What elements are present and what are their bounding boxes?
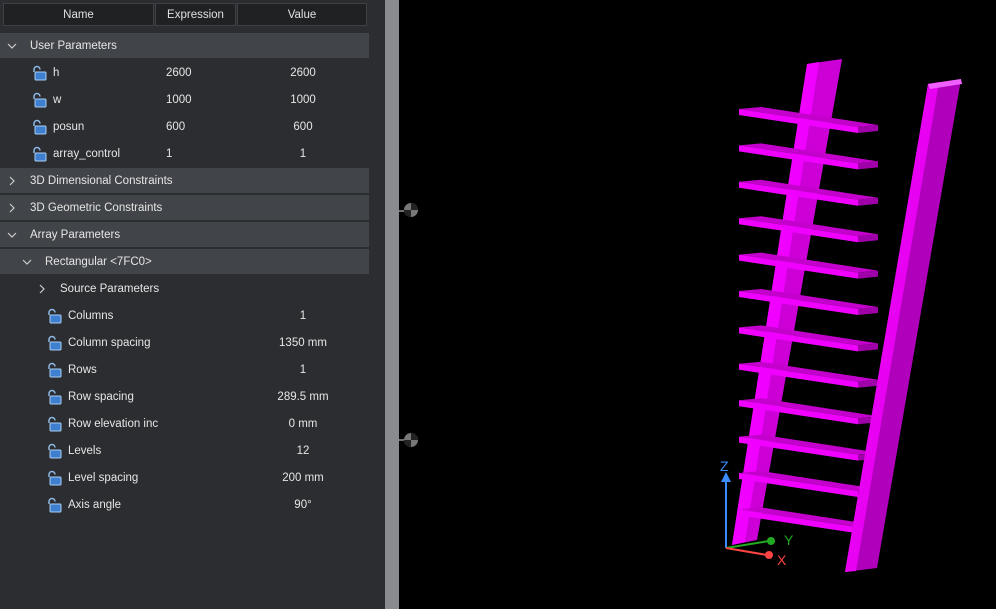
param-value[interactable]: 0 mm: [237, 418, 369, 430]
group-array-parameters[interactable]: Array Parameters: [0, 222, 369, 248]
param-name: posun: [53, 121, 85, 133]
param-value[interactable]: 200 mm: [237, 472, 369, 484]
param-name: Column spacing: [68, 337, 151, 349]
panel-scrollbar[interactable]: [369, 0, 385, 609]
padlock-icon[interactable]: [46, 308, 62, 324]
padlock-icon[interactable]: [46, 335, 62, 351]
param-name: Row spacing: [68, 391, 134, 403]
user-param-row[interactable]: w 1000 1000: [0, 87, 369, 113]
array-param-row[interactable]: Level spacing 200 mm: [0, 465, 369, 491]
padlock-icon[interactable]: [46, 470, 62, 486]
header-expression[interactable]: Expression: [155, 3, 236, 26]
param-expression[interactable]: 1: [166, 148, 172, 160]
grip-marker-upper[interactable]: [399, 203, 418, 217]
padlock-icon[interactable]: [46, 443, 62, 459]
chevron-right-icon: [35, 282, 49, 296]
user-param-row[interactable]: array_control 1 1: [0, 141, 369, 167]
padlock-icon[interactable]: [31, 146, 47, 162]
param-expression[interactable]: 600: [166, 121, 185, 133]
group-label: Source Parameters: [60, 283, 160, 295]
param-name: Row elevation inc: [68, 418, 159, 430]
chevron-right-icon: [5, 174, 19, 188]
param-value[interactable]: 1000: [237, 94, 369, 106]
param-value[interactable]: 289.5 mm: [237, 391, 369, 403]
group-3d-dimensional-constraints[interactable]: 3D Dimensional Constraints: [0, 168, 369, 194]
padlock-icon[interactable]: [31, 92, 47, 108]
array-param-row[interactable]: Row elevation inc 0 mm: [0, 411, 369, 437]
padlock-icon[interactable]: [46, 362, 62, 378]
param-name: Levels: [68, 445, 102, 457]
group-source-parameters[interactable]: Source Parameters: [0, 276, 369, 302]
param-expression[interactable]: 1000: [166, 94, 192, 106]
header-name[interactable]: Name: [3, 3, 154, 26]
axis-z-label: Z: [720, 458, 729, 474]
group-label: 3D Geometric Constraints: [30, 201, 163, 214]
axis-y-label: Y: [784, 532, 794, 548]
padlock-icon[interactable]: [46, 389, 62, 405]
stair-step: [739, 252, 878, 279]
array-param-row[interactable]: Levels 12: [0, 438, 369, 464]
param-name: array_control: [53, 148, 121, 160]
param-value[interactable]: 600: [237, 121, 369, 133]
group-label: User Parameters: [30, 39, 117, 52]
group-label: Rectangular <7FC0>: [45, 255, 152, 268]
chevron-down-icon: [5, 228, 19, 242]
padlock-icon[interactable]: [31, 119, 47, 135]
padlock-icon[interactable]: [46, 416, 62, 432]
panel-splitter[interactable]: [385, 0, 399, 609]
param-name: Rows: [68, 364, 97, 376]
param-value[interactable]: 2600: [237, 67, 369, 79]
parameters-panel: Name Expression Value User Parameters h 2…: [0, 0, 385, 609]
param-name: Level spacing: [68, 472, 139, 484]
group-label: 3D Dimensional Constraints: [30, 174, 173, 187]
param-value[interactable]: 1: [237, 148, 369, 160]
grip-marker-lower[interactable]: [399, 433, 418, 447]
param-value[interactable]: 1: [237, 364, 369, 376]
param-value[interactable]: 90°: [237, 499, 369, 511]
group-rectangular[interactable]: Rectangular <7FC0>: [0, 249, 369, 275]
array-param-row[interactable]: Column spacing 1350 mm: [0, 330, 369, 356]
front-stringer: [845, 79, 962, 572]
param-value[interactable]: 12: [237, 445, 369, 457]
stair-step: [739, 289, 878, 315]
array-param-row[interactable]: Rows 1: [0, 357, 369, 383]
array-param-row[interactable]: Row spacing 289.5 mm: [0, 384, 369, 410]
chevron-down-icon: [20, 255, 34, 269]
column-header: Name Expression Value: [0, 0, 369, 29]
param-name: Columns: [68, 310, 114, 322]
padlock-icon[interactable]: [46, 497, 62, 513]
axis-x-label: X: [777, 552, 787, 568]
3d-viewport[interactable]: Z Y X: [399, 0, 996, 609]
padlock-icon[interactable]: [31, 65, 47, 81]
group-label: Array Parameters: [30, 228, 121, 241]
param-expression[interactable]: 2600: [166, 67, 192, 79]
param-name: h: [53, 67, 60, 79]
array-param-row[interactable]: Axis angle 90°: [0, 492, 369, 518]
group-user-parameters[interactable]: User Parameters: [0, 33, 369, 59]
array-param-row[interactable]: Columns 1: [0, 303, 369, 329]
user-param-row[interactable]: h 2600 2600: [0, 60, 369, 86]
param-name: Axis angle: [68, 499, 122, 511]
chevron-right-icon: [5, 201, 19, 215]
stair-step: [739, 325, 878, 352]
user-param-row[interactable]: posun 600 600: [0, 114, 369, 140]
param-name: w: [53, 94, 62, 106]
chevron-down-icon: [5, 39, 19, 53]
header-value[interactable]: Value: [237, 3, 367, 26]
param-value[interactable]: 1: [237, 310, 369, 322]
param-value[interactable]: 1350 mm: [237, 337, 369, 349]
group-3d-geometric-constraints[interactable]: 3D Geometric Constraints: [0, 195, 369, 221]
model-view: Z Y X: [399, 59, 962, 572]
